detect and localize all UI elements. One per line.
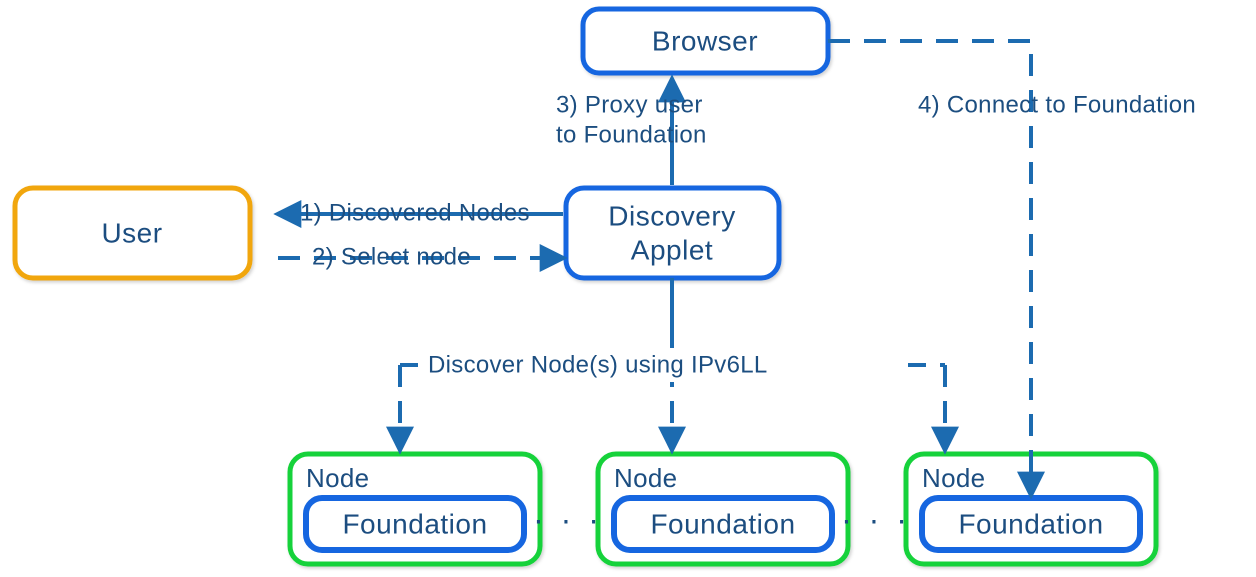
edge-label-step4: 4) Connect to Foundation [918,91,1196,118]
browser-label: Browser [652,25,758,56]
discovery-applet-box: Discovery Applet [566,188,779,278]
node-box-1: Node Foundation [290,454,540,564]
node-label-2: Node [614,463,677,493]
browser-box: Browser [583,9,828,73]
ellipsis-2: · · · [841,501,911,537]
foundation-label-2: Foundation [650,508,795,539]
discovery-label-1: Discovery [608,200,735,231]
edge-label-step3-line1: 3) Proxy user [556,91,703,118]
foundation-label-3: Foundation [958,508,1103,539]
discovery-label-2: Applet [631,234,713,265]
architecture-diagram: Browser User Discovery Applet Node Found… [0,0,1256,577]
node-label-3: Node [922,463,985,493]
node-box-2: Node Foundation [598,454,848,564]
user-box: User [15,188,250,278]
edge-label-step1: 1) Discovered Nodes [300,199,530,226]
foundation-label-1: Foundation [342,508,487,539]
ellipsis-1: · · · [533,501,603,537]
edge-label-discover: Discover Node(s) using IPv6LL [428,351,768,378]
node-label-1: Node [306,463,369,493]
edge-label-step3-line2: to Foundation [556,121,707,148]
user-label: User [101,217,162,248]
edge-label-step2: 2) Select node [312,243,471,270]
